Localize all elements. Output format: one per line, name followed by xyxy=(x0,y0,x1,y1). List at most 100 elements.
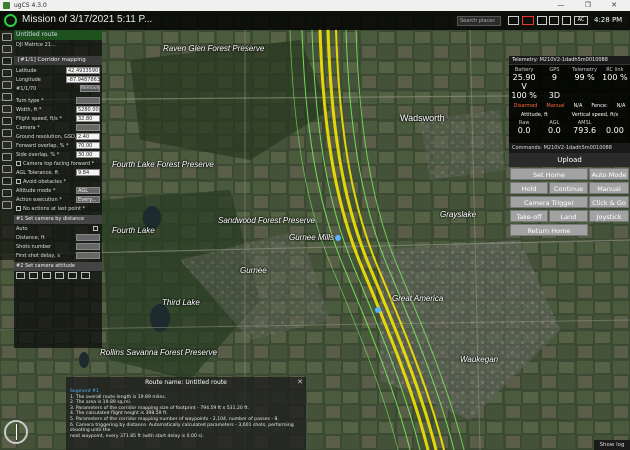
point-row: #1/1/70 Remove xyxy=(14,84,102,93)
perimeter-icon[interactable] xyxy=(2,141,12,149)
orbit-icon[interactable] xyxy=(2,129,12,137)
area-icon[interactable] xyxy=(2,93,12,101)
close-icon[interactable]: ✕ xyxy=(297,378,303,386)
polygon-icon[interactable] xyxy=(2,57,12,65)
amsl-altitude: 793.6 xyxy=(573,126,597,135)
grid-icon[interactable] xyxy=(537,16,547,25)
app-logo-icon[interactable] xyxy=(4,14,17,27)
auto-mode-button[interactable]: Auto Mode xyxy=(589,168,629,180)
window-title: ugCS 4.3.0 xyxy=(14,2,47,9)
side-overlap-input[interactable]: 30.00 xyxy=(76,151,100,158)
param-label: Width, ft * xyxy=(16,106,42,113)
circle-icon[interactable] xyxy=(2,69,12,77)
param-row: Side overlap, % * 30.00 xyxy=(14,150,102,159)
agl-tolerance-input[interactable]: 9.84 xyxy=(76,169,100,176)
battery-percent: 100 % xyxy=(511,91,537,100)
param-row: Action execution * Every... xyxy=(14,195,102,204)
joystick-button[interactable]: Joystick xyxy=(589,210,629,222)
param-label: Forward overlap, % * xyxy=(16,142,69,149)
vehicle-selector[interactable]: DJI Matrice 21... xyxy=(14,40,102,51)
search-input[interactable]: Search places xyxy=(457,16,501,26)
ruler-icon[interactable] xyxy=(2,165,12,173)
remove-button[interactable]: Remove xyxy=(80,85,100,92)
camera-by-distance-header[interactable]: #1 Set camera by distance xyxy=(14,215,102,224)
compass-icon[interactable] xyxy=(4,420,28,444)
action-icons-row xyxy=(14,271,102,280)
upload-button[interactable]: Upload xyxy=(509,153,630,167)
corridor-icon[interactable] xyxy=(2,81,12,89)
avoid-obstacles-checkbox[interactable] xyxy=(16,179,21,184)
no-actions-checkbox[interactable] xyxy=(16,206,21,211)
camera-select[interactable] xyxy=(76,124,100,131)
longitude-input[interactable]: -87.9487863 xyxy=(66,76,100,83)
click-and-go-button[interactable]: Click & Go xyxy=(589,196,629,208)
manual-mode-button[interactable]: Manual Mode xyxy=(589,182,629,205)
camera-trigger-button[interactable]: Camera Trigger xyxy=(510,196,588,208)
drone-status-icon[interactable] xyxy=(522,16,534,25)
route-name: Untitled route xyxy=(16,31,58,38)
battery-icon xyxy=(562,16,571,25)
first-shot-delay-input[interactable] xyxy=(76,252,100,259)
waypoint-icon[interactable] xyxy=(2,117,12,125)
camera-attitude-header[interactable]: #2 Set camera attitude xyxy=(14,262,102,271)
hold-button[interactable]: Hold xyxy=(510,182,548,194)
param-label: Ground resolution, GSD, in/ft * xyxy=(16,133,76,140)
map-label: Great America xyxy=(392,294,444,303)
distance-input[interactable] xyxy=(76,234,100,241)
return-home-button[interactable]: Return Home xyxy=(510,224,588,236)
summary-line: next waypoint, every 371.85 ft (with sta… xyxy=(70,433,204,439)
latitude-input[interactable]: 42.4933590 xyxy=(66,67,100,74)
route-name-header[interactable]: Untitled route xyxy=(14,30,102,40)
corridor-header[interactable]: [#1/1] Corridor mapping xyxy=(14,56,102,65)
cbd-label: Auto xyxy=(16,225,28,232)
camera-action-icon[interactable] xyxy=(16,272,25,279)
param-label: No actions at last point * xyxy=(23,205,86,212)
turn-type-select[interactable] xyxy=(76,97,100,104)
status-row: Disarmed Manual N/A Fence: N/A xyxy=(509,103,630,109)
photo-icon[interactable] xyxy=(2,105,12,113)
route-summary-panel: Route name: Untitled route ✕ Segment #1 … xyxy=(66,377,306,450)
set-home-button[interactable]: Set Home xyxy=(510,168,588,180)
settings-icon[interactable] xyxy=(508,16,519,25)
layers-icon[interactable] xyxy=(2,177,12,185)
telemetry-quality: 99 % xyxy=(574,73,595,82)
flight-speed-input[interactable]: 32.80 xyxy=(76,115,100,122)
vertical-speed: 0.00 xyxy=(605,126,624,135)
camera-icon[interactable] xyxy=(549,16,559,25)
cbd-row: Distance, ft xyxy=(14,233,102,242)
left-toolbar xyxy=(0,30,14,260)
forward-overlap-input[interactable]: 70.00 xyxy=(76,142,100,149)
add-icon[interactable] xyxy=(2,33,12,41)
shots-number-input[interactable] xyxy=(76,243,100,250)
wait-action-icon[interactable] xyxy=(55,272,64,279)
take-off-button[interactable]: Take-off xyxy=(510,210,548,222)
land-button[interactable]: Land xyxy=(549,210,588,222)
gps-fix: 3D xyxy=(548,91,560,100)
action-execution-select[interactable]: Every... xyxy=(76,196,100,203)
gsd-input[interactable]: 2.40 xyxy=(76,133,100,140)
altitude-mode-select[interactable]: AGL xyxy=(76,187,100,194)
camera-top-checkbox[interactable] xyxy=(16,161,21,166)
longitude-label: Longitude xyxy=(16,76,41,83)
clock: 4:28 PM xyxy=(594,16,623,24)
poi-action-icon[interactable] xyxy=(68,272,77,279)
width-input[interactable]: 5280.00 xyxy=(76,106,100,113)
tools-icon[interactable] xyxy=(2,201,12,209)
summary-line: 5. Parameters of the corridor mapping nu… xyxy=(70,416,279,422)
measure-icon[interactable] xyxy=(2,153,12,161)
window-controls[interactable]: — ❐ ✕ xyxy=(557,1,626,9)
auto-checkbox[interactable] xyxy=(93,226,98,231)
param-row: No actions at last point * xyxy=(14,204,102,213)
more-action-icon[interactable] xyxy=(81,272,90,279)
ac-button[interactable]: AC xyxy=(574,16,588,25)
app-header: Mission of 3/17/2021 5:11 P... Search pl… xyxy=(0,11,630,30)
continue-button[interactable]: Continue xyxy=(549,182,588,194)
elevation-icon[interactable] xyxy=(2,189,12,197)
yaw-action-icon[interactable] xyxy=(42,272,51,279)
show-log-button[interactable]: Show log xyxy=(594,440,630,450)
point-label: #1/1/70 xyxy=(16,85,37,92)
gimbal-action-icon[interactable] xyxy=(29,272,38,279)
map-label: Raven Glen Forest Preserve xyxy=(163,44,265,53)
route-icon[interactable] xyxy=(2,45,12,53)
mission-title[interactable]: Mission of 3/17/2021 5:11 P... xyxy=(22,14,152,25)
